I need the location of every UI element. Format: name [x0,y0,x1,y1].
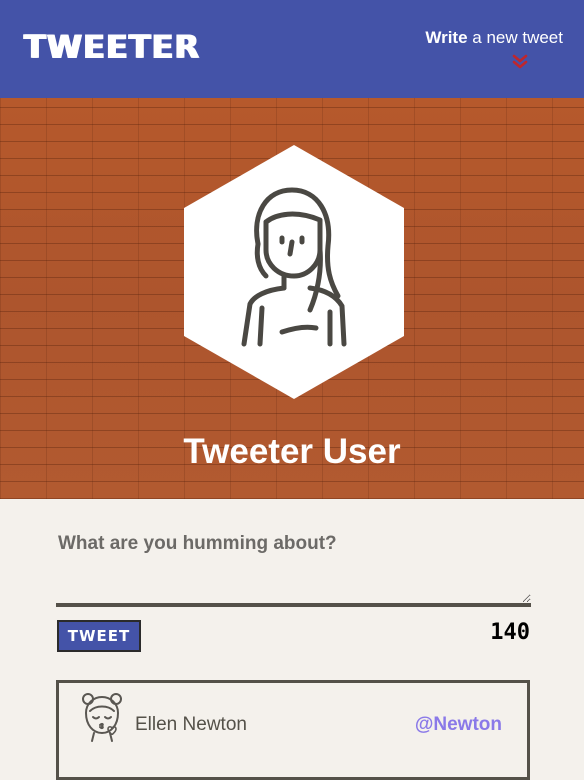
compose-prompt-label: What are you humming about? [58,533,337,554]
new-tweet-text: a new tweet [467,28,563,47]
char-counter: 140 [490,620,530,645]
top-nav: TWEETER Write a new tweet [0,0,584,98]
write-new-tweet-label: Write a new tweet [425,28,563,47]
write-bold-text: Write [425,28,468,47]
tweet-author-name: Ellen Newton [135,714,247,735]
double-chevron-down-icon[interactable] [512,54,528,70]
tweet-textarea[interactable] [56,566,531,607]
woman-avatar-icon [241,187,347,347]
tweet-author-handle: @Newton [414,714,502,735]
tweet-card: Ellen Newton @Newton [56,680,530,780]
profile-user-name: Tweeter User [183,432,401,471]
profile-header: Tweeter User [0,98,584,499]
girl-kiss-avatar-icon [82,693,122,742]
brand-logo: TWEETER [24,28,201,66]
write-new-tweet-link[interactable]: Write a new tweet [425,27,563,49]
tweet-button[interactable]: TWEET [57,620,141,652]
